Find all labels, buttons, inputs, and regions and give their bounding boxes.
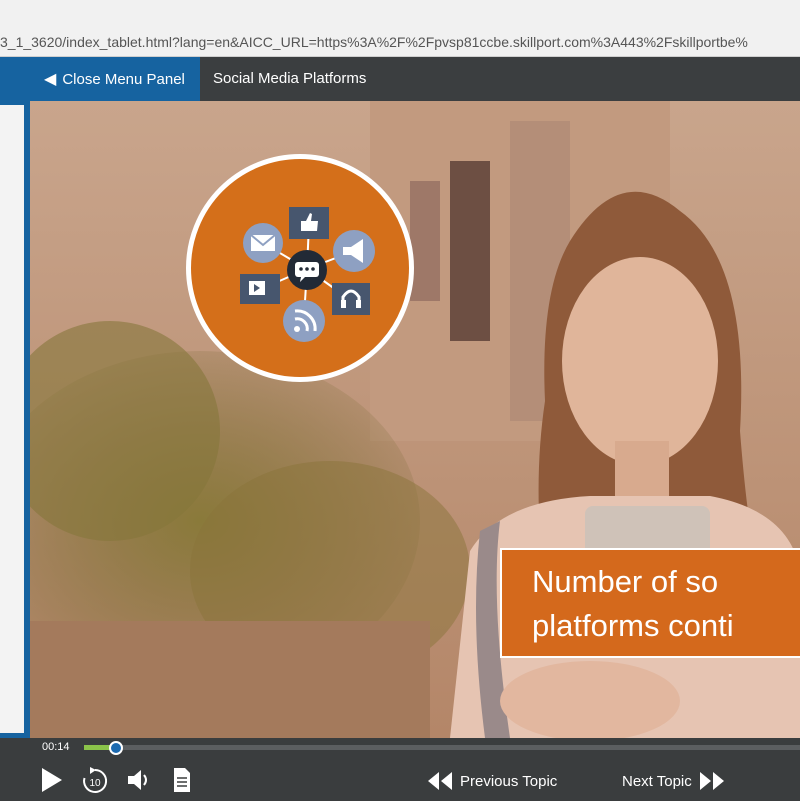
page-title: Social Media Platforms (213, 70, 367, 87)
replay-10-button[interactable]: 10 (80, 766, 110, 801)
rss-icon (283, 300, 325, 342)
previous-topic-button[interactable]: Previous Topic (426, 766, 557, 796)
double-chevron-right-icon (699, 772, 724, 790)
play-button[interactable] (40, 766, 64, 799)
caption-line-1: Number of so (532, 564, 719, 599)
transcript-icon (174, 768, 190, 792)
chevron-left-icon: ◀ (44, 71, 57, 88)
megaphone-icon (333, 230, 375, 272)
next-topic-label: Next Topic (622, 772, 692, 790)
browser-url-bar[interactable]: 3_1_3620/index_tablet.html?lang=en&AICC_… (0, 0, 800, 57)
social-media-badge (186, 154, 414, 382)
replay-seconds-label: 10 (89, 778, 101, 789)
thumbs-up-icon (289, 207, 329, 239)
double-chevron-left-icon (428, 772, 452, 790)
menu-panel (0, 101, 30, 738)
progress-track[interactable] (84, 741, 800, 755)
menu-panel-content (0, 105, 24, 733)
next-topic-button[interactable]: Next Topic (622, 766, 726, 796)
elapsed-time: 00:14 (42, 741, 70, 753)
close-menu-label: Close Menu Panel (62, 70, 185, 88)
chat-icon (287, 250, 327, 290)
url-text[interactable]: 3_1_3620/index_tablet.html?lang=en&AICC_… (0, 34, 800, 50)
video-frame[interactable]: Number of so platforms conti (30, 101, 800, 738)
caption-line-2: platforms conti (532, 608, 734, 643)
video-icon (240, 274, 280, 304)
volume-icon (128, 770, 147, 790)
close-menu-panel-button[interactable]: ◀ Close Menu Panel (0, 57, 200, 101)
play-icon (42, 768, 62, 792)
volume-button[interactable] (126, 766, 152, 799)
progress-knob[interactable] (109, 741, 124, 755)
headphones-icon (332, 283, 370, 315)
mail-icon (243, 223, 283, 263)
replay-10-icon: 10 (83, 767, 108, 793)
slide-caption: Number of so platforms conti (500, 548, 800, 658)
previous-topic-label: Previous Topic (460, 772, 558, 790)
player-controls: 00:14 10 Previous Topic Next Topic (0, 738, 800, 800)
transcript-button[interactable] (172, 766, 192, 799)
course-header: ◀ Close Menu Panel Social Media Platform… (0, 57, 800, 101)
